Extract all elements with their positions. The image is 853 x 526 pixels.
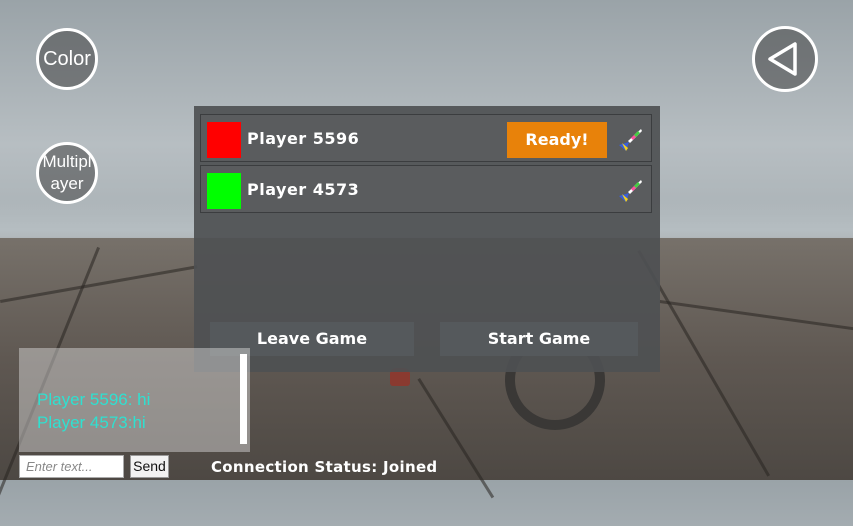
chat-message: Player 4573:hi — [37, 413, 146, 432]
player-row: Player 5596 Ready! — [200, 114, 652, 162]
chat-log: Player 5596: hi Player 4573:hi — [19, 348, 250, 452]
start-game-button[interactable]: Start Game — [440, 322, 638, 356]
ready-button[interactable]: Ready! — [507, 122, 607, 158]
player-name: Player 5596 — [247, 129, 360, 148]
player-name: Player 4573 — [247, 180, 360, 199]
chat-input[interactable] — [19, 455, 124, 478]
send-button[interactable]: Send — [130, 455, 169, 478]
player-color-swatch — [207, 173, 241, 209]
chat-scrollbar[interactable] — [240, 354, 247, 444]
paintbrush-icon[interactable] — [617, 178, 643, 204]
back-triangle-icon — [768, 42, 797, 76]
back-button[interactable] — [752, 26, 818, 92]
player-row: Player 4573 — [200, 165, 652, 213]
color-button[interactable]: Color — [36, 28, 98, 90]
color-button-label: Color — [43, 47, 91, 70]
lobby-panel: Player 5596 Ready! Player 4573 Leave Gam… — [194, 106, 660, 372]
connection-status: Connection Status: Joined — [211, 458, 438, 476]
paintbrush-icon[interactable] — [617, 127, 643, 153]
multiplayer-button[interactable]: Multiplayer — [36, 142, 98, 204]
player-color-swatch — [207, 122, 241, 158]
multiplayer-button-label: Multiplayer — [42, 152, 92, 193]
chat-message: Player 5596: hi — [37, 390, 151, 409]
